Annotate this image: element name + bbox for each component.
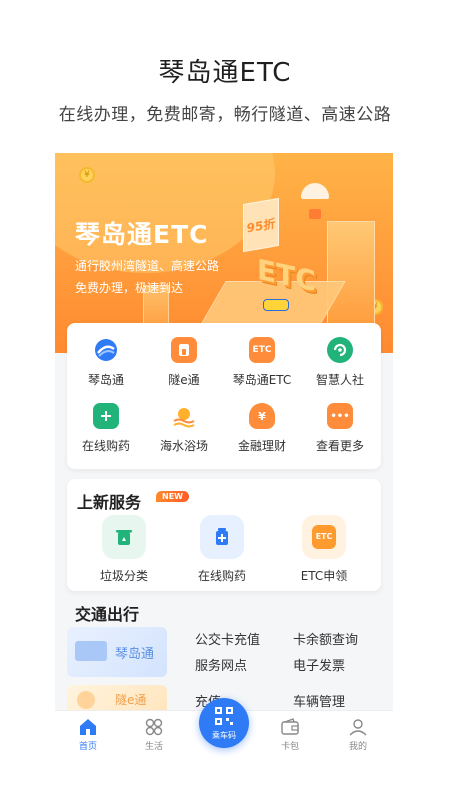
service-tunnel[interactable]: 隧e通 <box>145 337 223 388</box>
home-icon <box>78 717 98 737</box>
medicine-icon <box>200 515 244 559</box>
etc-icon: ETC <box>302 515 346 559</box>
profile-icon <box>348 717 368 737</box>
traffic-section-title: 交通出行 <box>75 605 140 624</box>
banner-title: 琴岛通ETC <box>75 220 209 249</box>
service-label: 智慧人社 <box>315 373 364 387</box>
promo-subtitle: 在线办理，免费邮寄，畅行隧道、高速公路 <box>58 105 392 125</box>
car-icon <box>263 299 289 311</box>
new-service-medicine[interactable]: 在线购药 <box>177 515 267 584</box>
link-balance-query[interactable]: 卡余额查询 <box>293 629 358 648</box>
new-service-etc-apply[interactable]: ETC ETC申领 <box>279 515 369 584</box>
service-beach[interactable]: 海水浴场 <box>145 403 223 454</box>
service-label: 海水浴场 <box>159 439 208 453</box>
ride-code-label: 乘车码 <box>212 731 236 740</box>
service-etc[interactable]: ETC 琴岛通ETC <box>223 337 301 388</box>
service-label: 琴岛通 <box>87 373 124 387</box>
new-service-label: 垃圾分类 <box>99 569 148 583</box>
services-grid: 琴岛通 隧e通 ETC 琴岛通ETC 智慧人社 在线购药 海水浴场 ¥ 金融理财… <box>67 323 381 469</box>
card-label: 琴岛通 <box>115 647 155 662</box>
medicine-icon <box>93 403 119 429</box>
tab-label: 生活 <box>144 742 163 752</box>
link-e-invoice[interactable]: 电子发票 <box>293 655 345 674</box>
service-label: 金融理财 <box>237 439 286 453</box>
new-service-label: ETC申领 <box>300 569 348 583</box>
discount-sign: 95折 <box>243 197 279 253</box>
qindaotong-card-image[interactable]: 琴岛通 <box>67 627 167 677</box>
tab-label: 首页 <box>78 742 97 752</box>
card-icon <box>77 691 95 709</box>
parachute-icon <box>301 183 329 199</box>
more-icon: ••• <box>327 403 353 429</box>
service-social-security[interactable]: 智慧人社 <box>301 337 379 388</box>
tab-wallet[interactable]: 卡包 <box>265 717 315 752</box>
life-icon <box>144 717 164 737</box>
tunnel-icon <box>171 337 197 363</box>
qr-code-icon <box>215 707 233 725</box>
beach-icon <box>171 403 197 429</box>
coin-icon: ¥ <box>79 167 95 183</box>
banner-subtitle: 通行胶州湾隧道、高速公路 <box>75 259 220 273</box>
link-service-outlets[interactable]: 服务网点 <box>195 655 247 674</box>
banner-subtitle-2: 免费办理，极速到达 <box>75 281 184 295</box>
tab-label: 卡包 <box>280 742 299 752</box>
link-bus-card-recharge[interactable]: 公交卡充值 <box>195 629 260 648</box>
tab-profile[interactable]: 我的 <box>333 717 383 752</box>
social-security-icon <box>327 337 353 363</box>
new-service-trash-sort[interactable]: 垃圾分类 <box>79 515 169 584</box>
app-screen: ¥ ¥ 95折 ETC 琴岛通ETC 通行胶州湾隧道、高速公路 免费办理，极速到… <box>55 153 393 758</box>
tab-label: 我的 <box>348 742 367 752</box>
etc-icon: ETC <box>249 337 275 363</box>
service-label: 查看更多 <box>315 439 364 453</box>
etc-badge: ETC <box>312 525 336 549</box>
building-decoration <box>327 221 375 331</box>
service-qindaotong[interactable]: 琴岛通 <box>67 337 145 388</box>
parachute-box-icon <box>309 209 321 219</box>
ride-code-button[interactable]: 乘车码 <box>199 698 249 748</box>
service-label: 琴岛通ETC <box>232 373 292 387</box>
card-icon <box>75 641 107 661</box>
service-medicine[interactable]: 在线购药 <box>67 403 145 454</box>
service-more[interactable]: ••• 查看更多 <box>301 403 379 454</box>
service-label: 隧e通 <box>168 373 200 387</box>
wallet-icon <box>280 717 300 737</box>
tab-home[interactable]: 首页 <box>63 717 113 752</box>
trash-sort-icon <box>102 515 146 559</box>
link-vehicle-management[interactable]: 车辆管理 <box>293 691 345 710</box>
tab-life[interactable]: 生活 <box>129 717 179 752</box>
promo-title: 琴岛通ETC <box>158 58 292 88</box>
new-badge: NEW <box>156 491 189 502</box>
service-finance[interactable]: ¥ 金融理财 <box>223 403 301 454</box>
new-service-label: 在线购药 <box>197 569 246 583</box>
finance-icon: ¥ <box>249 403 275 429</box>
new-services-title: 上新服务 <box>77 493 142 512</box>
service-label: 在线购药 <box>81 439 130 453</box>
qindaotong-logo-icon <box>93 337 119 363</box>
card-label: 隧e通 <box>115 693 147 707</box>
new-services-card: 上新服务 NEW 垃圾分类 在线购药 ETC ETC申领 <box>67 479 381 591</box>
